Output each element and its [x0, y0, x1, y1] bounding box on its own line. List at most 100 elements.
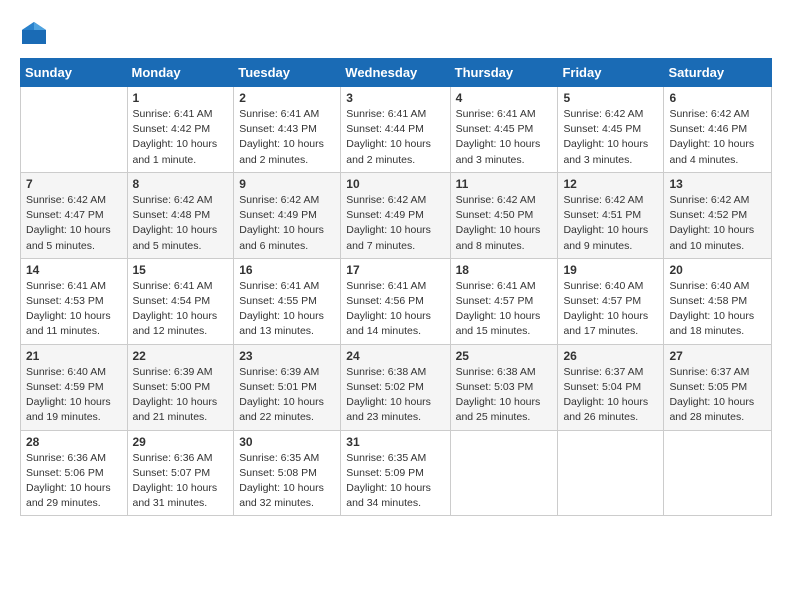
cell-content: Sunrise: 6:42 AM Sunset: 4:47 PM Dayligh… [26, 193, 122, 254]
calendar-cell: 28 Sunrise: 6:36 AM Sunset: 5:06 PM Dayli… [21, 430, 128, 516]
calendar-cell: 18 Sunrise: 6:41 AM Sunset: 4:57 PM Dayli… [450, 258, 558, 344]
day-number: 1 [133, 91, 229, 105]
calendar-week-2: 7 Sunrise: 6:42 AM Sunset: 4:47 PM Daylig… [21, 172, 772, 258]
cell-content: Sunrise: 6:36 AM Sunset: 5:06 PM Dayligh… [26, 451, 122, 512]
calendar-cell: 27 Sunrise: 6:37 AM Sunset: 5:05 PM Dayli… [664, 344, 772, 430]
cell-content: Sunrise: 6:36 AM Sunset: 5:07 PM Dayligh… [133, 451, 229, 512]
calendar-cell: 19Sunrise: 6:40 AM Sunset: 4:57 PM Dayli… [558, 258, 664, 344]
page-header [20, 20, 772, 48]
calendar-cell: 17 Sunrise: 6:41 AM Sunset: 4:56 PM Dayli… [341, 258, 450, 344]
calendar-week-5: 28 Sunrise: 6:36 AM Sunset: 5:06 PM Dayli… [21, 430, 772, 516]
cell-content: Sunrise: 6:42 AM Sunset: 4:45 PM Dayligh… [563, 107, 658, 168]
cell-content: Sunrise: 6:35 AM Sunset: 5:09 PM Dayligh… [346, 451, 444, 512]
calendar-cell: 13 Sunrise: 6:42 AM Sunset: 4:52 PM Dayli… [664, 172, 772, 258]
day-number: 11 [456, 177, 553, 191]
col-header-tuesday: Tuesday [234, 59, 341, 87]
day-number: 13 [669, 177, 766, 191]
cell-content: Sunrise: 6:37 AM Sunset: 5:05 PM Dayligh… [669, 365, 766, 426]
col-header-sunday: Sunday [21, 59, 128, 87]
col-header-wednesday: Wednesday [341, 59, 450, 87]
cell-content: Sunrise: 6:42 AM Sunset: 4:50 PM Dayligh… [456, 193, 553, 254]
calendar-cell: 5 Sunrise: 6:42 AM Sunset: 4:45 PM Daylig… [558, 87, 664, 173]
calendar-cell: 1Sunrise: 6:41 AM Sunset: 4:42 PM Daylig… [127, 87, 234, 173]
calendar-cell: 12Sunrise: 6:42 AM Sunset: 4:51 PM Dayli… [558, 172, 664, 258]
calendar-cell: 31Sunrise: 6:35 AM Sunset: 5:09 PM Dayli… [341, 430, 450, 516]
day-number: 19 [563, 263, 658, 277]
calendar-cell: 7 Sunrise: 6:42 AM Sunset: 4:47 PM Daylig… [21, 172, 128, 258]
cell-content: Sunrise: 6:41 AM Sunset: 4:43 PM Dayligh… [239, 107, 335, 168]
day-number: 28 [26, 435, 122, 449]
day-number: 20 [669, 263, 766, 277]
day-number: 24 [346, 349, 444, 363]
cell-content: Sunrise: 6:42 AM Sunset: 4:49 PM Dayligh… [346, 193, 444, 254]
cell-content: Sunrise: 6:37 AM Sunset: 5:04 PM Dayligh… [563, 365, 658, 426]
day-number: 5 [563, 91, 658, 105]
day-number: 10 [346, 177, 444, 191]
calendar-cell: 3Sunrise: 6:41 AM Sunset: 4:44 PM Daylig… [341, 87, 450, 173]
calendar-cell: 25 Sunrise: 6:38 AM Sunset: 5:03 PM Dayli… [450, 344, 558, 430]
day-number: 27 [669, 349, 766, 363]
calendar-cell: 6 Sunrise: 6:42 AM Sunset: 4:46 PM Daylig… [664, 87, 772, 173]
day-number: 15 [133, 263, 229, 277]
calendar-cell [21, 87, 128, 173]
day-number: 6 [669, 91, 766, 105]
day-number: 7 [26, 177, 122, 191]
day-number: 21 [26, 349, 122, 363]
cell-content: Sunrise: 6:42 AM Sunset: 4:52 PM Dayligh… [669, 193, 766, 254]
cell-content: Sunrise: 6:38 AM Sunset: 5:02 PM Dayligh… [346, 365, 444, 426]
calendar-cell [450, 430, 558, 516]
calendar-cell: 30 Sunrise: 6:35 AM Sunset: 5:08 PM Dayli… [234, 430, 341, 516]
calendar-cell: 14 Sunrise: 6:41 AM Sunset: 4:53 PM Dayli… [21, 258, 128, 344]
calendar-cell: 23 Sunrise: 6:39 AM Sunset: 5:01 PM Dayli… [234, 344, 341, 430]
cell-content: Sunrise: 6:40 AM Sunset: 4:58 PM Dayligh… [669, 279, 766, 340]
calendar-cell [558, 430, 664, 516]
cell-content: Sunrise: 6:41 AM Sunset: 4:53 PM Dayligh… [26, 279, 122, 340]
calendar-cell [664, 430, 772, 516]
cell-content: Sunrise: 6:38 AM Sunset: 5:03 PM Dayligh… [456, 365, 553, 426]
calendar-cell: 8Sunrise: 6:42 AM Sunset: 4:48 PM Daylig… [127, 172, 234, 258]
cell-content: Sunrise: 6:41 AM Sunset: 4:56 PM Dayligh… [346, 279, 444, 340]
day-number: 29 [133, 435, 229, 449]
calendar-week-4: 21 Sunrise: 6:40 AM Sunset: 4:59 PM Dayli… [21, 344, 772, 430]
cell-content: Sunrise: 6:35 AM Sunset: 5:08 PM Dayligh… [239, 451, 335, 512]
day-number: 25 [456, 349, 553, 363]
cell-content: Sunrise: 6:39 AM Sunset: 5:01 PM Dayligh… [239, 365, 335, 426]
cell-content: Sunrise: 6:41 AM Sunset: 4:57 PM Dayligh… [456, 279, 553, 340]
calendar-cell: 29 Sunrise: 6:36 AM Sunset: 5:07 PM Dayli… [127, 430, 234, 516]
day-number: 2 [239, 91, 335, 105]
calendar-week-1: 1Sunrise: 6:41 AM Sunset: 4:42 PM Daylig… [21, 87, 772, 173]
calendar-cell: 16Sunrise: 6:41 AM Sunset: 4:55 PM Dayli… [234, 258, 341, 344]
cell-content: Sunrise: 6:39 AM Sunset: 5:00 PM Dayligh… [133, 365, 229, 426]
day-number: 18 [456, 263, 553, 277]
day-number: 14 [26, 263, 122, 277]
day-number: 16 [239, 263, 335, 277]
calendar-week-3: 14 Sunrise: 6:41 AM Sunset: 4:53 PM Dayli… [21, 258, 772, 344]
calendar-cell: 26 Sunrise: 6:37 AM Sunset: 5:04 PM Dayli… [558, 344, 664, 430]
day-number: 4 [456, 91, 553, 105]
calendar-cell: 15 Sunrise: 6:41 AM Sunset: 4:54 PM Dayli… [127, 258, 234, 344]
day-number: 23 [239, 349, 335, 363]
col-header-thursday: Thursday [450, 59, 558, 87]
day-number: 17 [346, 263, 444, 277]
cell-content: Sunrise: 6:42 AM Sunset: 4:46 PM Dayligh… [669, 107, 766, 168]
day-number: 22 [133, 349, 229, 363]
cell-content: Sunrise: 6:41 AM Sunset: 4:45 PM Dayligh… [456, 107, 553, 168]
header-row: SundayMondayTuesdayWednesdayThursdayFrid… [21, 59, 772, 87]
col-header-monday: Monday [127, 59, 234, 87]
day-number: 12 [563, 177, 658, 191]
calendar-cell: 21 Sunrise: 6:40 AM Sunset: 4:59 PM Dayli… [21, 344, 128, 430]
col-header-saturday: Saturday [664, 59, 772, 87]
cell-content: Sunrise: 6:40 AM Sunset: 4:59 PM Dayligh… [26, 365, 122, 426]
calendar-cell: 10 Sunrise: 6:42 AM Sunset: 4:49 PM Dayli… [341, 172, 450, 258]
calendar-cell: 9Sunrise: 6:42 AM Sunset: 4:49 PM Daylig… [234, 172, 341, 258]
calendar-cell: 24 Sunrise: 6:38 AM Sunset: 5:02 PM Dayli… [341, 344, 450, 430]
calendar-table: SundayMondayTuesdayWednesdayThursdayFrid… [20, 58, 772, 516]
day-number: 9 [239, 177, 335, 191]
calendar-cell: 20 Sunrise: 6:40 AM Sunset: 4:58 PM Dayli… [664, 258, 772, 344]
calendar-cell: 11 Sunrise: 6:42 AM Sunset: 4:50 PM Dayli… [450, 172, 558, 258]
cell-content: Sunrise: 6:41 AM Sunset: 4:54 PM Dayligh… [133, 279, 229, 340]
day-number: 3 [346, 91, 444, 105]
day-number: 30 [239, 435, 335, 449]
day-number: 26 [563, 349, 658, 363]
logo [20, 20, 52, 48]
